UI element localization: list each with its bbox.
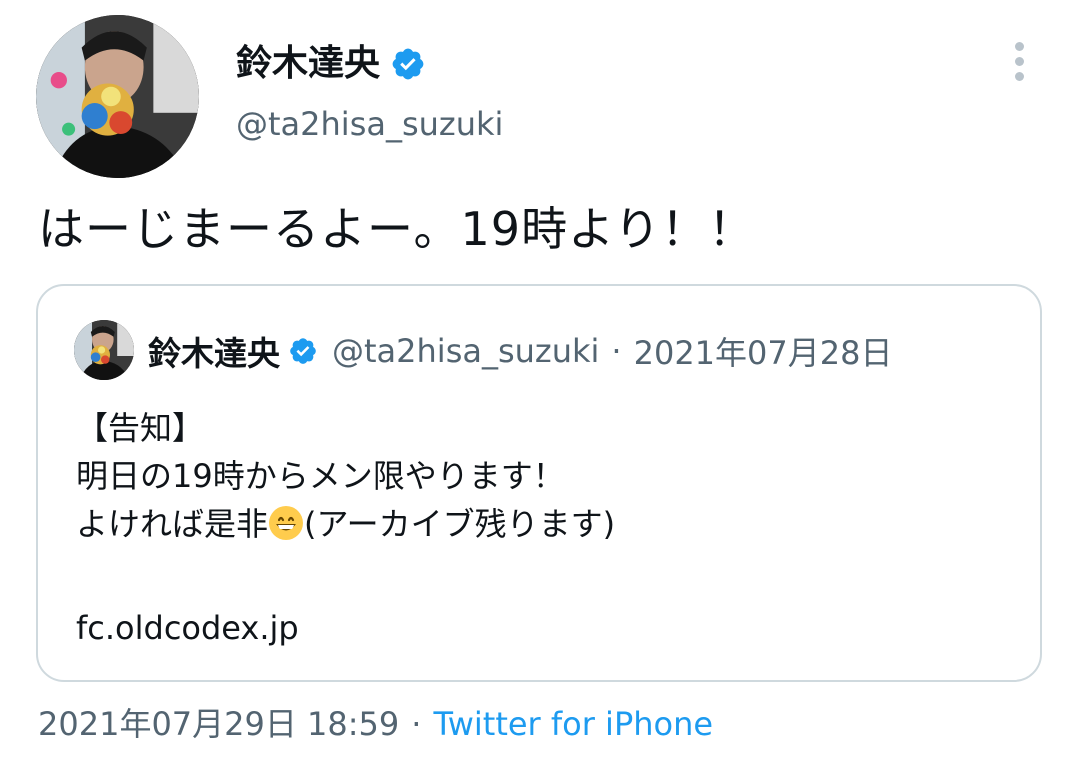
tweet-meta: 2021年07月29日 18:59 · Twitter for iPhone <box>38 700 713 748</box>
quoted-tweet-body: 【告知】 明日の19時からメン限やります！ よければ是非 (アーカイブ残ります)… <box>76 404 615 652</box>
tweet-text: はーじまーるよー。19時より！！ <box>38 202 756 256</box>
quoted-author-handle: @ta2hisa_suzuki <box>332 332 600 370</box>
grinning-face-emoji <box>269 506 304 540</box>
author-name[interactable]: 鈴木達央 <box>236 38 380 90</box>
tweet-source-link[interactable]: Twitter for iPhone <box>433 705 713 743</box>
author-avatar[interactable] <box>36 15 199 178</box>
quoted-author-avatar <box>74 320 134 380</box>
meta-separator-dot: · <box>411 705 422 743</box>
quoted-line-3-after: (アーカイブ残ります) <box>304 505 616 543</box>
quoted-author-name: 鈴木達央 <box>148 334 280 373</box>
verified-badge-icon <box>290 338 316 364</box>
verified-badge-icon <box>392 48 424 80</box>
quoted-tweet-date: 2021年07月28日 <box>633 334 893 372</box>
more-options-icon[interactable] <box>1003 40 1037 84</box>
avatar-image <box>36 15 199 178</box>
author-handle[interactable]: @ta2hisa_suzuki <box>236 102 503 146</box>
quoted-line-3: よければ是非 (アーカイブ残ります) <box>76 500 615 548</box>
quoted-line-3-before: よければ是非 <box>76 505 269 543</box>
author-name-row[interactable]: 鈴木達央 <box>236 38 426 90</box>
quoted-tweet-card[interactable]: 鈴木達央 @ta2hisa_suzuki · 2021年07月28日 【告知】 … <box>36 284 1042 682</box>
quoted-line-2: 明日の19時からメン限やります！ <box>76 457 565 495</box>
quoted-avatar-image <box>74 320 134 380</box>
quoted-blank-line <box>76 548 615 604</box>
quoted-tweet-header: 鈴木達央 @ta2hisa_suzuki · 2021年07月28日 <box>148 326 892 376</box>
quoted-line-1: 【告知】 <box>76 409 205 447</box>
quoted-link[interactable]: fc.oldcodex.jp <box>76 604 615 652</box>
quoted-separator-dot: · <box>611 332 622 370</box>
tweet-timestamp[interactable]: 2021年07月29日 18:59 <box>38 705 399 743</box>
